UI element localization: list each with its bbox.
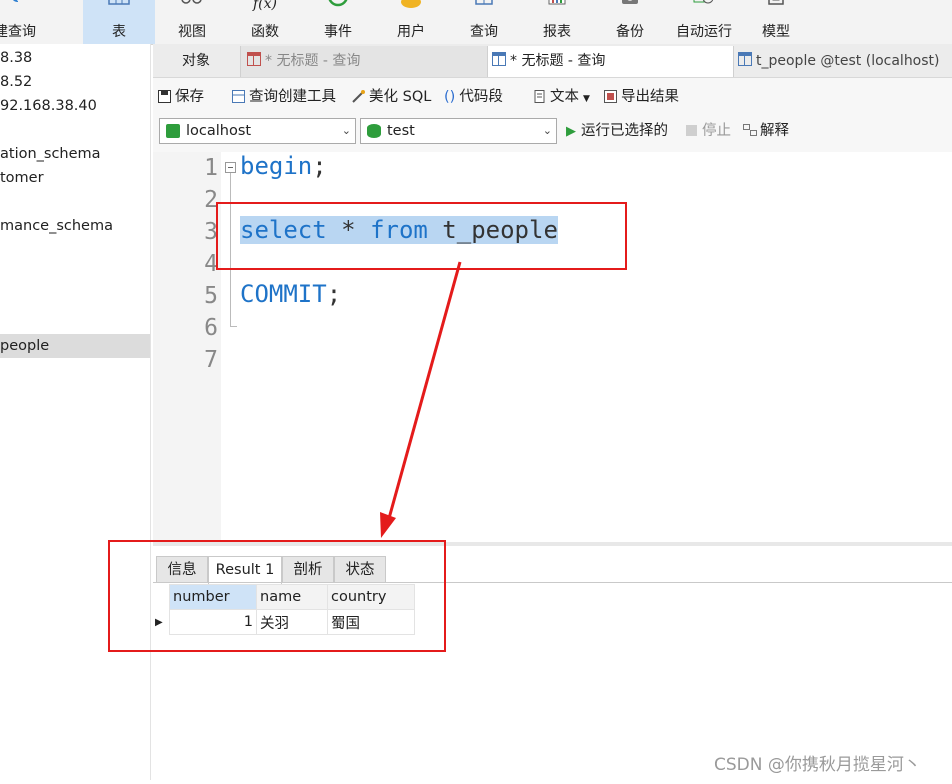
annotation-arrow [380, 261, 462, 538]
watermark: CSDN @你携秋月揽星河丶 [714, 755, 921, 775]
